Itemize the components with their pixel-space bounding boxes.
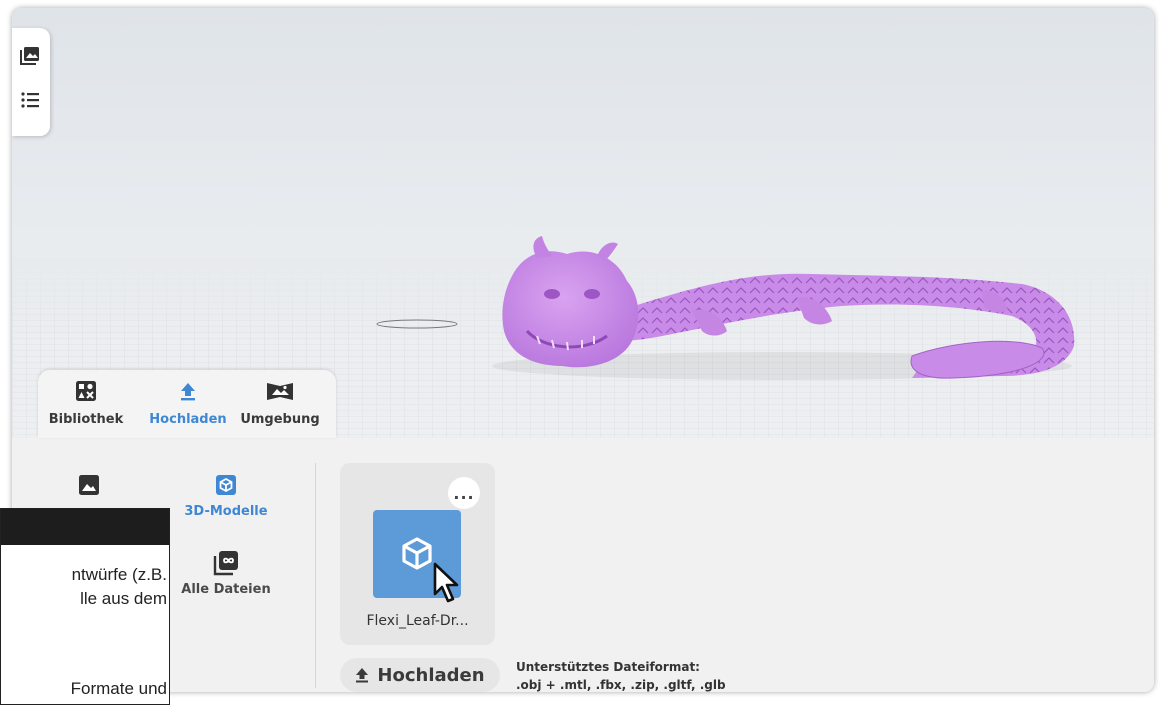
supported-formats-title: Unterstütztes Dateiformat: bbox=[516, 660, 700, 674]
panel-tabs: Bibliothek Hochladen Umgebung bbox=[38, 370, 336, 438]
tab-umgebung[interactable]: Umgebung bbox=[234, 378, 326, 434]
cube-icon bbox=[402, 537, 432, 570]
category-all-files[interactable]: Alle Dateien bbox=[176, 550, 276, 597]
tab-bibliothek-label: Bibliothek bbox=[48, 412, 124, 427]
info-line-2: lle aus dem bbox=[80, 589, 167, 608]
cube-icon bbox=[176, 472, 276, 498]
supported-formats: Unterstütztes Dateiformat: .obj + .mtl, … bbox=[516, 658, 726, 692]
upload-arrow-icon bbox=[356, 668, 369, 683]
list-icon[interactable] bbox=[16, 86, 44, 114]
panel-divider bbox=[315, 463, 316, 688]
tab-hochladen[interactable]: Hochladen bbox=[142, 378, 234, 434]
mouse-cursor-icon bbox=[433, 562, 459, 603]
upload-button[interactable]: Hochladen bbox=[340, 658, 500, 692]
category-3d-models[interactable]: 3D-Modelle bbox=[176, 472, 276, 519]
library-icon bbox=[40, 378, 132, 404]
tab-hochladen-label: Hochladen bbox=[149, 412, 227, 427]
category-3d-models-label: 3D-Modelle bbox=[184, 504, 268, 519]
upload-arrow-icon bbox=[142, 378, 234, 404]
info-overlay-header bbox=[1, 509, 169, 545]
environment-icon bbox=[234, 378, 326, 404]
file-card[interactable]: ... Flexi_Leaf-Dr... bbox=[340, 463, 495, 645]
info-overlay: ntwürfe (z.B. lle aus dem Formate und bbox=[0, 508, 170, 705]
tab-bibliothek[interactable]: Bibliothek bbox=[40, 378, 132, 434]
image-icon bbox=[39, 472, 139, 498]
tab-umgebung-label: Umgebung bbox=[240, 412, 320, 427]
info-line-1: ntwürfe (z.B. bbox=[71, 565, 167, 584]
category-all-files-label: Alle Dateien bbox=[181, 582, 271, 597]
file-name: Flexi_Leaf-Dr... bbox=[366, 613, 469, 629]
category-images[interactable] bbox=[39, 472, 139, 504]
info-line-3: Formate und bbox=[70, 679, 167, 698]
upload-button-label: Hochladen bbox=[377, 664, 485, 686]
all-files-icon bbox=[176, 550, 276, 576]
dragon-model[interactable] bbox=[482, 236, 1082, 386]
more-options-button[interactable]: ... bbox=[448, 477, 480, 509]
side-toolbar bbox=[12, 28, 50, 136]
gallery-icon[interactable] bbox=[16, 42, 44, 70]
supported-formats-list: .obj + .mtl, .fbx, .zip, .gltf, .glb bbox=[516, 678, 726, 692]
more-icon: ... bbox=[453, 483, 475, 503]
app-window: Bibliothek Hochladen Umgebung 3D-Modelle… bbox=[12, 8, 1154, 692]
